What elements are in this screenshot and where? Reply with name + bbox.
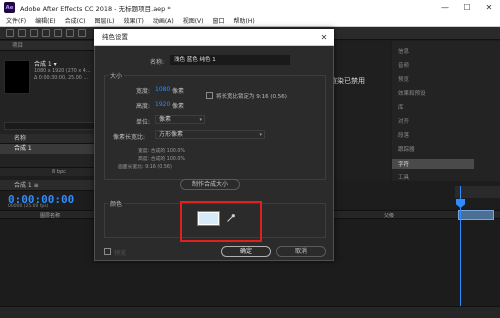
- composition-name[interactable]: 合成 1 ▾: [34, 59, 57, 68]
- hand-tool-icon[interactable]: [30, 29, 38, 37]
- selection-tool-icon[interactable]: [18, 29, 26, 37]
- bit-depth-label[interactable]: 8 bpc: [52, 169, 66, 175]
- info-frame-aspect: 画面长宽比: 9:16 (0.56): [118, 165, 172, 170]
- solid-name-input[interactable]: 浅色 蓝色 纯色 1: [170, 55, 290, 65]
- ok-button[interactable]: 确定: [221, 246, 271, 257]
- render-disabled-text: 渲染已禁用: [330, 77, 365, 85]
- menu-animation[interactable]: 动画(A): [153, 16, 174, 25]
- width-label: 宽度:: [136, 88, 151, 95]
- camera-tool-icon[interactable]: [66, 29, 74, 37]
- panel-item-align[interactable]: 对齐: [398, 117, 409, 125]
- panel-item-effects-presets[interactable]: 效果和预设: [398, 89, 426, 97]
- info-width: 宽度: 合成的 100.0%: [138, 149, 185, 154]
- color-group-label: 颜色: [108, 199, 125, 208]
- lock-aspect-checkbox[interactable]: [206, 92, 213, 99]
- name-label: 名称:: [150, 59, 165, 66]
- height-unit: 像素: [172, 103, 185, 110]
- project-panel-tab[interactable]: 项目: [0, 41, 100, 51]
- window-title: Adobe After Effects CC 2018 - 无标题项目.aep …: [20, 4, 171, 13]
- unit-label: 单位:: [136, 119, 151, 126]
- chevron-down-icon: ▾: [199, 117, 202, 123]
- panel-item-character[interactable]: 字符: [398, 160, 409, 168]
- header-layer-name[interactable]: 图层名称: [40, 212, 60, 219]
- menu-file[interactable]: 文件(F): [6, 16, 26, 25]
- project-footer: 8 bpc: [0, 167, 100, 176]
- project-search-input[interactable]: [4, 122, 96, 130]
- composition-duration: Δ 0:00:30:00, 25.00 ...: [34, 76, 88, 81]
- menu-effect[interactable]: 效果(T): [124, 16, 144, 25]
- panel-item-audio[interactable]: 音频: [398, 61, 409, 69]
- close-window-button[interactable]: ✕: [478, 0, 500, 15]
- pixel-aspect-value: 方形像素: [159, 131, 184, 138]
- composition-thumbnail: [4, 60, 30, 94]
- chevron-down-icon: ▾: [259, 132, 262, 138]
- column-header-name[interactable]: 名称: [0, 134, 100, 144]
- panel-item-tracker[interactable]: 跟踪器: [398, 145, 415, 153]
- home-tool-icon[interactable]: [6, 29, 14, 37]
- height-label: 高度:: [136, 103, 151, 110]
- panel-item-preview[interactable]: 预览: [398, 75, 409, 83]
- header-parent[interactable]: 父级: [384, 212, 394, 219]
- dialog-title: 纯色设置: [94, 29, 334, 46]
- after-effects-logo-icon: Ae: [4, 2, 15, 13]
- width-unit: 像素: [172, 88, 185, 95]
- window-titlebar: Ae Adobe After Effects CC 2018 - 无标题项目.a…: [0, 0, 500, 15]
- pixel-aspect-dropdown[interactable]: 方形像素 ▾: [155, 130, 265, 139]
- panel-item-info[interactable]: 信息: [398, 47, 409, 55]
- pixel-aspect-label: 像素长宽比:: [113, 134, 146, 141]
- dialog-close-button[interactable]: ✕: [318, 32, 330, 43]
- timeline-tab[interactable]: 合成 1 ≡: [0, 180, 100, 191]
- cancel-button[interactable]: 取消: [276, 246, 326, 257]
- playhead-handle-icon[interactable]: [456, 199, 465, 208]
- maximize-button[interactable]: ☐: [456, 0, 478, 15]
- menu-layer[interactable]: 图层(L): [95, 16, 115, 25]
- minimize-button[interactable]: —: [434, 0, 456, 15]
- panel-item-tools[interactable]: 工具: [398, 173, 409, 181]
- panel-item-library[interactable]: 库: [398, 103, 404, 111]
- menu-help[interactable]: 帮助(H): [234, 16, 255, 25]
- pan-behind-tool-icon[interactable]: [78, 29, 86, 37]
- list-item[interactable]: 合成 1: [0, 144, 100, 154]
- menu-bar: 文件(F) 编辑(E) 合成(C) 图层(L) 效果(T) 动画(A) 视图(V…: [0, 15, 500, 27]
- size-group-label: 大小: [108, 71, 125, 80]
- menu-edit[interactable]: 编辑(E): [35, 16, 55, 25]
- menu-window[interactable]: 窗口: [212, 16, 224, 25]
- preview-label[interactable]: 预览: [114, 248, 126, 257]
- lock-aspect-label[interactable]: 将长宽比锁定为 9:16 (0.56): [216, 92, 287, 100]
- rotate-tool-icon[interactable]: [54, 29, 62, 37]
- width-value[interactable]: 1080: [155, 86, 170, 93]
- make-comp-size-button[interactable]: 制作合成大小: [180, 179, 240, 190]
- unit-dropdown[interactable]: 像素 ▾: [155, 115, 205, 124]
- zoom-tool-icon[interactable]: [42, 29, 50, 37]
- unit-dropdown-value: 像素: [159, 116, 172, 123]
- info-height: 高度: 合成的 100.0%: [138, 157, 185, 162]
- time-ruler[interactable]: [455, 186, 500, 198]
- timeline-footer: [0, 306, 500, 318]
- highlight-annotation-box: [180, 201, 262, 242]
- panel-item-paragraph[interactable]: 段落: [398, 131, 409, 139]
- menu-view[interactable]: 视图(V): [183, 16, 204, 25]
- preview-checkbox[interactable]: [104, 248, 111, 255]
- menu-composition[interactable]: 合成(C): [65, 16, 86, 25]
- composition-size: 1080 x 1920 (270 x 4...: [34, 69, 91, 74]
- layer-duration-bar[interactable]: [458, 210, 494, 220]
- height-value[interactable]: 1920: [155, 101, 170, 108]
